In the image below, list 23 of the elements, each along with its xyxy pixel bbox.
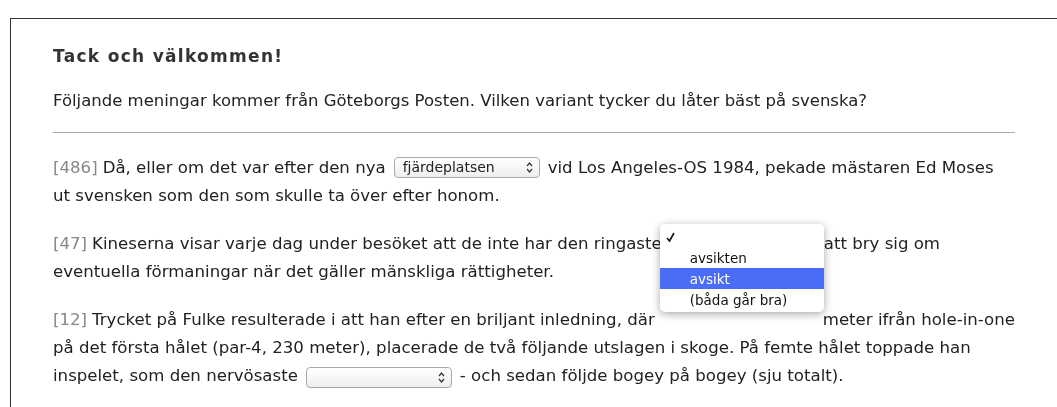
sentence-text: eventuella förmaningar när det gäller mänskliga rättigheter. (53, 261, 554, 281)
sentence-text: Då, eller om det var efter den nya (102, 157, 386, 177)
sentence-number: [47] (53, 233, 88, 253)
sentence-text: ut svensken som den som skulle ta över efter honom. (53, 185, 500, 205)
sentence-text: att bry sig om (823, 233, 941, 253)
sentence-number: [486] (53, 157, 98, 177)
sentence-text: inspelet, som den nervösaste (53, 365, 298, 385)
dropdown-option[interactable]: (båda går bra) (659, 289, 824, 311)
sentence-text: - och sedan följde bogey på bogey (sju totalt). (459, 365, 844, 385)
dropdown-option[interactable]: avsikten (659, 247, 824, 269)
heading: Tack och välkommen! (53, 45, 285, 67)
sentence-number: [12] (53, 309, 88, 329)
intro-text: Följande meningar kommer från Göteborgs Posten. Vilken variant tycker du låter bäst på svenska? (53, 90, 869, 112)
updown-arrows-icon (437, 371, 445, 383)
sentence-text: meter ifrån hole-in-one (822, 309, 1015, 329)
sentence-text: Kineserna visar varje dag under besöket att de inte har den ringaste (92, 233, 662, 253)
sentence-text: vid Los Angeles-OS 1984, pekade mästaren Ed Moses (547, 157, 994, 177)
updown-arrows-icon (525, 161, 533, 173)
dropdown-option[interactable]: avsikt (659, 268, 824, 290)
sentence-text: på det första hålet (par-4, 230 meter), placerade de två följande utslagen i skoge. På femte hålet toppade han (53, 337, 971, 357)
select-field[interactable] (305, 366, 452, 388)
select-field[interactable]: fjärdeplatsen (393, 156, 540, 178)
sentence-text: Trycket på Fulke resulterade i att han efter en briljant inledning, där (92, 309, 655, 329)
